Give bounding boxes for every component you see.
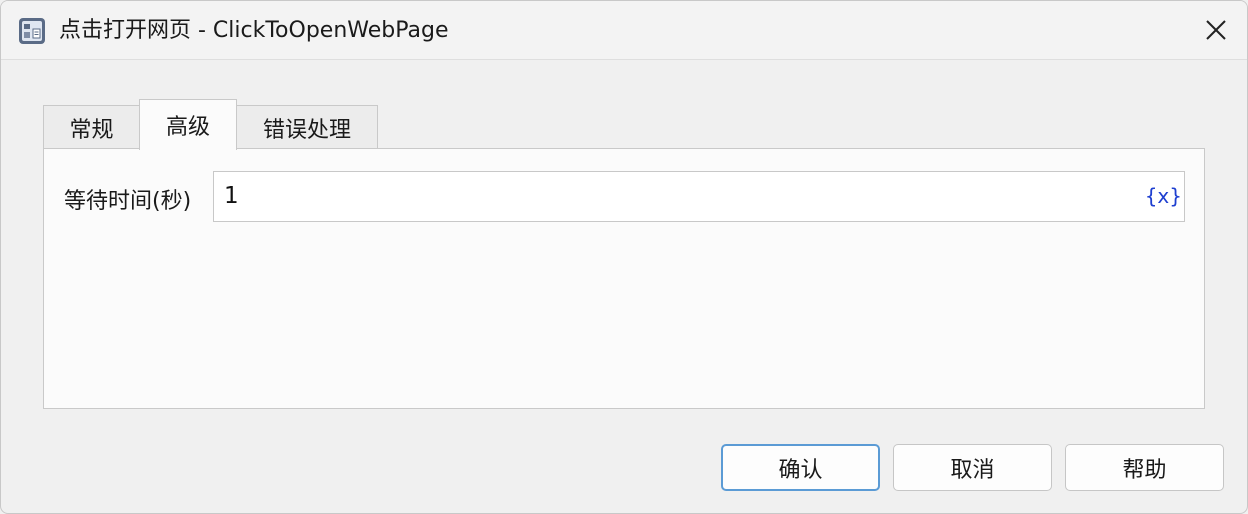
robot-workflow-icon: [18, 17, 46, 45]
insert-variable-button[interactable]: {x}: [1145, 184, 1182, 208]
title-bar[interactable]: 点击打开网页 - ClickToOpenWebPage: [1, 1, 1247, 60]
confirm-button[interactable]: 确认: [721, 444, 880, 491]
advanced-tab-panel: 等待时间(秒) {x}: [43, 148, 1205, 409]
wait-time-label: 等待时间(秒): [64, 189, 192, 214]
close-icon: [1206, 20, 1226, 40]
tab-advanced[interactable]: 高级: [139, 99, 237, 150]
help-button[interactable]: 帮助: [1065, 444, 1224, 491]
wait-time-field[interactable]: {x}: [213, 171, 1185, 222]
cancel-button[interactable]: 取消: [893, 444, 1052, 491]
dialog-window: 点击打开网页 - ClickToOpenWebPage 常规 高级 错误处理 等…: [0, 0, 1248, 514]
close-button[interactable]: [1199, 13, 1233, 47]
wait-time-input[interactable]: [224, 183, 1124, 209]
tab-error-handling[interactable]: 错误处理: [236, 105, 378, 149]
tab-general[interactable]: 常规: [43, 105, 140, 149]
window-title: 点击打开网页 - ClickToOpenWebPage: [59, 18, 449, 43]
